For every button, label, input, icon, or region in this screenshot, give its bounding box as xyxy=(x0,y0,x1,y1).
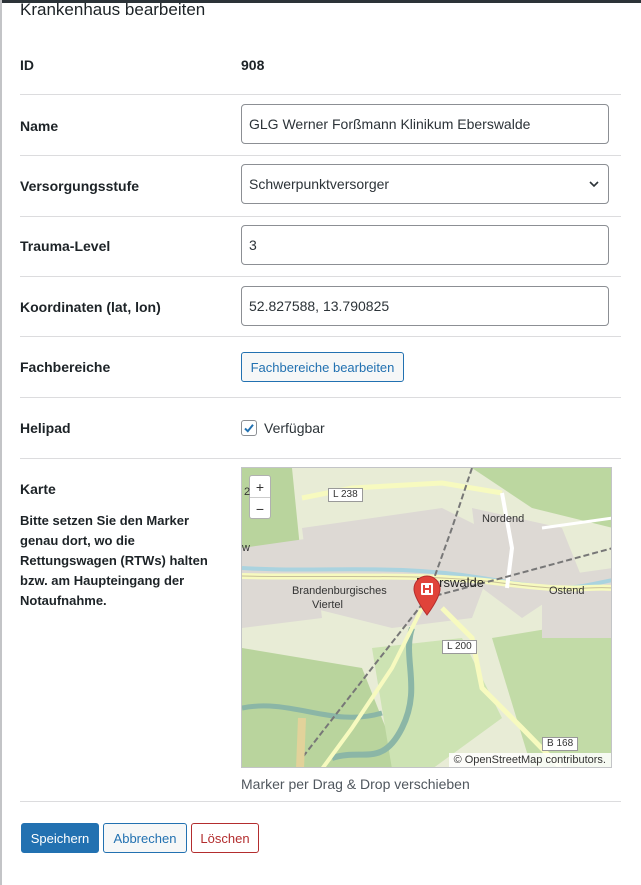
save-button[interactable]: Speichern xyxy=(21,823,99,853)
departments-label: Fachbereiche xyxy=(20,359,111,375)
zoom-out-button[interactable]: − xyxy=(250,497,270,519)
cancel-button[interactable]: Abbrechen xyxy=(103,823,187,853)
row-name: Name GLG Werner Forßmann Klinikum Ebersw… xyxy=(20,95,621,156)
place-label-2: 2 xyxy=(244,486,251,498)
row-trauma: Trauma-Level 3 xyxy=(20,217,621,277)
level-select[interactable]: Schwerpunktversorger xyxy=(241,164,609,204)
row-id: ID 908 xyxy=(20,34,621,95)
zoom-in-button[interactable]: + xyxy=(250,476,270,497)
map-tiles xyxy=(242,468,611,767)
place-label-brandenburgisches: Brandenburgisches xyxy=(292,585,387,597)
page-title: Krankenhaus bearbeiten xyxy=(20,0,206,19)
place-label-viertel: Viertel xyxy=(312,599,343,611)
helipad-label: Helipad xyxy=(20,420,71,436)
left-edge xyxy=(0,0,2,885)
map-hint: Marker per Drag & Drop verschieben xyxy=(241,776,470,792)
map-zoom-control: + − xyxy=(249,475,271,519)
level-select-value: Schwerpunktversorger xyxy=(249,176,390,192)
map-marker-icon[interactable] xyxy=(412,574,442,616)
level-label: Versorgungsstufe xyxy=(20,178,140,194)
trauma-label: Trauma-Level xyxy=(20,238,111,254)
map-attribution[interactable]: © OpenStreetMap contributors. xyxy=(448,753,611,767)
name-label: Name xyxy=(20,118,59,134)
helipad-checkbox-label[interactable]: Verfügbar xyxy=(264,420,325,436)
checkmark-icon xyxy=(244,424,254,433)
row-helipad: Helipad Verfügbar xyxy=(20,398,621,459)
coords-input-value: 52.827588, 13.790825 xyxy=(249,298,390,314)
place-label-w: w xyxy=(242,542,250,554)
road-label-l238: L 238 xyxy=(328,488,363,502)
edit-departments-button[interactable]: Fachbereiche bearbeiten xyxy=(241,352,404,382)
map-help-text: Bitte setzen Sie den Marker genau dort, … xyxy=(20,513,208,608)
row-level: Versorgungsstufe Schwerpunktversorger xyxy=(20,156,621,217)
name-input[interactable]: GLG Werner Forßmann Klinikum Eberswalde xyxy=(241,104,609,144)
coords-input[interactable]: 52.827588, 13.790825 xyxy=(241,286,609,326)
chevron-down-icon xyxy=(589,181,599,188)
id-value: 908 xyxy=(241,57,265,73)
name-input-value: GLG Werner Forßmann Klinikum Eberswalde xyxy=(249,116,531,132)
road-label-l200: L 200 xyxy=(442,640,477,654)
helipad-checkbox[interactable] xyxy=(241,420,257,436)
coords-label: Koordinaten (lat, lon) xyxy=(20,299,161,315)
road-label-b168: B 168 xyxy=(542,737,579,751)
map[interactable]: + − L 238 L 200 B 168 w 2 Nordend Ostend… xyxy=(241,467,612,768)
map-label: Karte xyxy=(20,481,56,497)
delete-button[interactable]: Löschen xyxy=(191,823,259,853)
row-departments: Fachbereiche Fachbereiche bearbeiten xyxy=(20,337,621,398)
trauma-input[interactable]: 3 xyxy=(241,225,609,265)
trauma-input-value: 3 xyxy=(249,237,257,253)
place-label-nordend: Nordend xyxy=(482,513,525,525)
place-label-ostend: Ostend xyxy=(549,585,585,597)
id-label: ID xyxy=(20,57,34,73)
row-coords: Koordinaten (lat, lon) 52.827588, 13.790… xyxy=(20,277,621,337)
